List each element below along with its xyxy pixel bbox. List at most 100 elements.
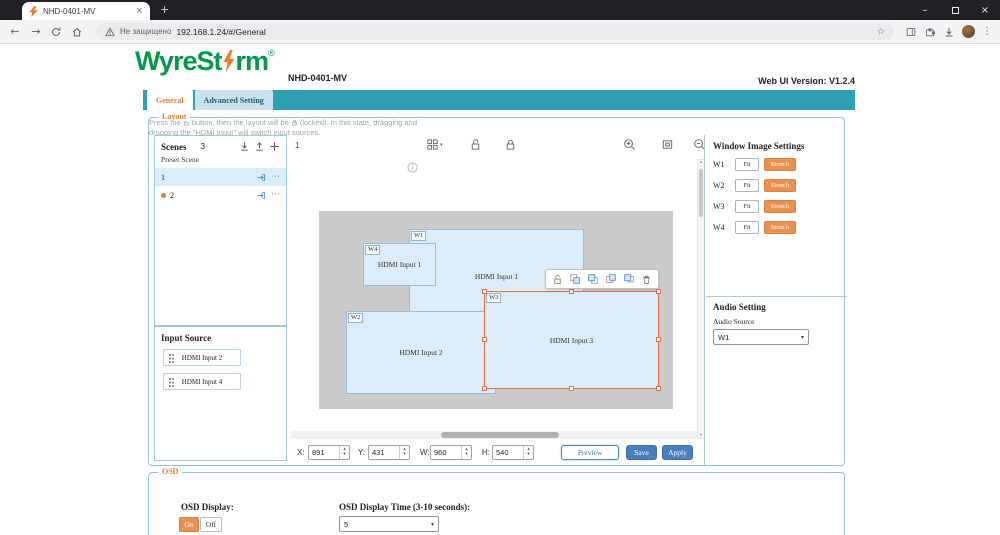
save-button[interactable]: Save — [626, 445, 657, 460]
spinner-icon[interactable]: ▴▾ — [339, 446, 349, 459]
osd-on-button[interactable]: On — [179, 517, 199, 532]
address-bar[interactable]: Не защищено 192.168.1.24/#/General ☆ — [96, 23, 894, 40]
x-label: X: — [297, 448, 305, 457]
window-minimize-button[interactable]: – — [910, 0, 940, 20]
scene-apply-icon[interactable] — [256, 172, 267, 183]
refresh-icon[interactable] — [50, 26, 64, 38]
canvas-window-w2[interactable]: W2 HDMI Input 2 — [346, 311, 496, 394]
back-icon[interactable]: ← — [8, 25, 22, 38]
hint-part3: (locked). In this state, dragging and — [300, 118, 417, 128]
scrollbar-thumb[interactable] — [699, 169, 703, 217]
window-tag: W2 — [348, 313, 363, 323]
stretch-button[interactable]: Stretch — [764, 200, 796, 213]
scene-download-icon[interactable] — [239, 141, 250, 152]
fit-button[interactable]: Fit — [735, 200, 759, 213]
stretch-button[interactable]: Stretch — [764, 179, 796, 192]
fit-button[interactable]: Fit — [735, 179, 759, 192]
scene-apply-icon[interactable] — [256, 190, 267, 201]
window-label: HDMI Input 2 — [399, 348, 442, 357]
fit-button[interactable]: Fit — [735, 221, 759, 234]
scene-list-item[interactable]: 2 ⋯ — [155, 186, 286, 204]
zoom-in-button[interactable] — [623, 138, 636, 151]
window-label: HDMI Input 3 — [550, 336, 593, 345]
window-close-button[interactable]: × — [970, 0, 1000, 20]
lock-button[interactable] — [504, 138, 517, 151]
bring-to-front-icon[interactable] — [569, 273, 581, 285]
side-panel-icon[interactable] — [905, 26, 917, 38]
resize-handle[interactable] — [482, 289, 487, 294]
input-source-hdmi-2[interactable]: HDMI Input 2 — [163, 349, 241, 366]
input-source-hdmi-4[interactable]: HDMI Input 4 — [163, 373, 241, 390]
drag-handle-icon — [168, 353, 175, 364]
send-to-back-icon[interactable] — [587, 273, 599, 285]
fit-button[interactable]: Fit — [735, 158, 759, 171]
layout-grid-button[interactable]: ▾ — [426, 138, 443, 151]
resize-handle[interactable] — [656, 289, 661, 294]
scrollbar-thumb[interactable] — [441, 432, 559, 438]
tab-advanced-setting[interactable]: Advanced Setting — [195, 90, 273, 110]
url-text[interactable]: 192.168.1.24/#/General — [176, 27, 871, 37]
layout-canvas[interactable]: W1 HDMI Input 1 W4 HDMI Input 1 W2 HDMI … — [319, 211, 673, 409]
info-icon — [407, 162, 418, 173]
extensions-puzzle-icon[interactable] — [924, 26, 936, 38]
h-input[interactable]: 540 ▴▾ — [492, 445, 534, 460]
scene-more-icon[interactable]: ⋯ — [271, 191, 280, 199]
new-tab-button[interactable]: + — [160, 3, 169, 16]
canvas-scene-number: 1 — [295, 141, 299, 150]
canvas-window-w4[interactable]: W4 HDMI Input 1 — [363, 243, 436, 286]
window-maximize-button[interactable] — [940, 0, 970, 20]
bookmark-star-icon[interactable]: ☆ — [877, 27, 885, 37]
spinner-icon[interactable]: ▴▾ — [399, 446, 409, 459]
fit-screen-button[interactable] — [661, 138, 674, 151]
window-tag: W3 — [486, 293, 501, 303]
stretch-button[interactable]: Stretch — [764, 221, 796, 234]
scene-upload-icon[interactable] — [254, 141, 265, 152]
canvas-window-w3-selected[interactable]: W3 HDMI Input 3 — [484, 291, 659, 389]
w-input[interactable]: 960 ▴▾ — [430, 445, 472, 460]
profile-avatar[interactable] — [962, 25, 975, 38]
apply-button[interactable]: Apply — [662, 445, 693, 460]
menu-kebab-icon[interactable]: ⋮ — [982, 26, 992, 37]
tab-general[interactable]: General — [147, 90, 193, 110]
lock-window-icon[interactable] — [552, 274, 563, 285]
input-source-box: Input Source HDMI Input 1 HDMI Input 2 H… — [154, 326, 287, 461]
input-source-title: Input Source — [155, 327, 286, 349]
wis-row-w2: W2 Fit Stretch — [713, 179, 796, 192]
resize-handle[interactable] — [656, 337, 661, 342]
x-input[interactable]: 891 ▴▾ — [308, 445, 350, 460]
spinner-icon[interactable]: ▴▾ — [461, 446, 471, 459]
resize-handle[interactable] — [482, 386, 487, 391]
canvas-horizontal-scrollbar[interactable] — [291, 431, 697, 439]
downloads-icon[interactable] — [943, 26, 955, 38]
osd-off-button[interactable]: Off — [200, 517, 222, 532]
unlock-button[interactable] — [469, 138, 482, 151]
forward-icon[interactable]: → — [29, 25, 43, 38]
scene-add-icon[interactable] — [269, 141, 280, 152]
scene-list-item[interactable]: 1 ⋯ — [155, 168, 286, 186]
spinner-icon[interactable]: ▴▾ — [523, 446, 533, 459]
stretch-button[interactable]: Stretch — [764, 158, 796, 171]
send-backward-icon[interactable] — [623, 273, 635, 285]
preview-button[interactable]: Preview — [561, 445, 619, 460]
resize-handle[interactable] — [569, 386, 574, 391]
resize-handle[interactable] — [656, 386, 661, 391]
wyrestorm-logo: WyreSt rm ® — [135, 47, 275, 75]
resize-handle[interactable] — [482, 337, 487, 342]
bring-forward-icon[interactable] — [605, 273, 617, 285]
y-input[interactable]: 431 ▴▾ — [368, 445, 410, 460]
browser-tab[interactable]: NHD-0401-MV × — [22, 2, 150, 20]
home-icon[interactable] — [71, 26, 85, 38]
security-warning-icon — [105, 27, 115, 37]
scene-more-icon[interactable]: ⋯ — [271, 173, 280, 181]
browser-tab-strip: NHD-0401-MV × + – × — [0, 0, 1000, 20]
audio-source-select[interactable]: W1 ▾ — [713, 329, 809, 345]
delete-window-icon[interactable] — [641, 274, 652, 285]
tab-close-icon[interactable]: × — [135, 6, 143, 16]
audio-source-label: Audio Source — [713, 317, 754, 326]
layout-panel-title: Layout — [158, 112, 190, 121]
osd-display-time-select[interactable]: 5 ▾ — [339, 516, 439, 532]
resize-handle[interactable] — [569, 289, 574, 294]
w-label: W: — [420, 448, 430, 457]
security-chip[interactable]: Не защищено — [120, 27, 171, 36]
y-label: Y: — [358, 448, 365, 457]
